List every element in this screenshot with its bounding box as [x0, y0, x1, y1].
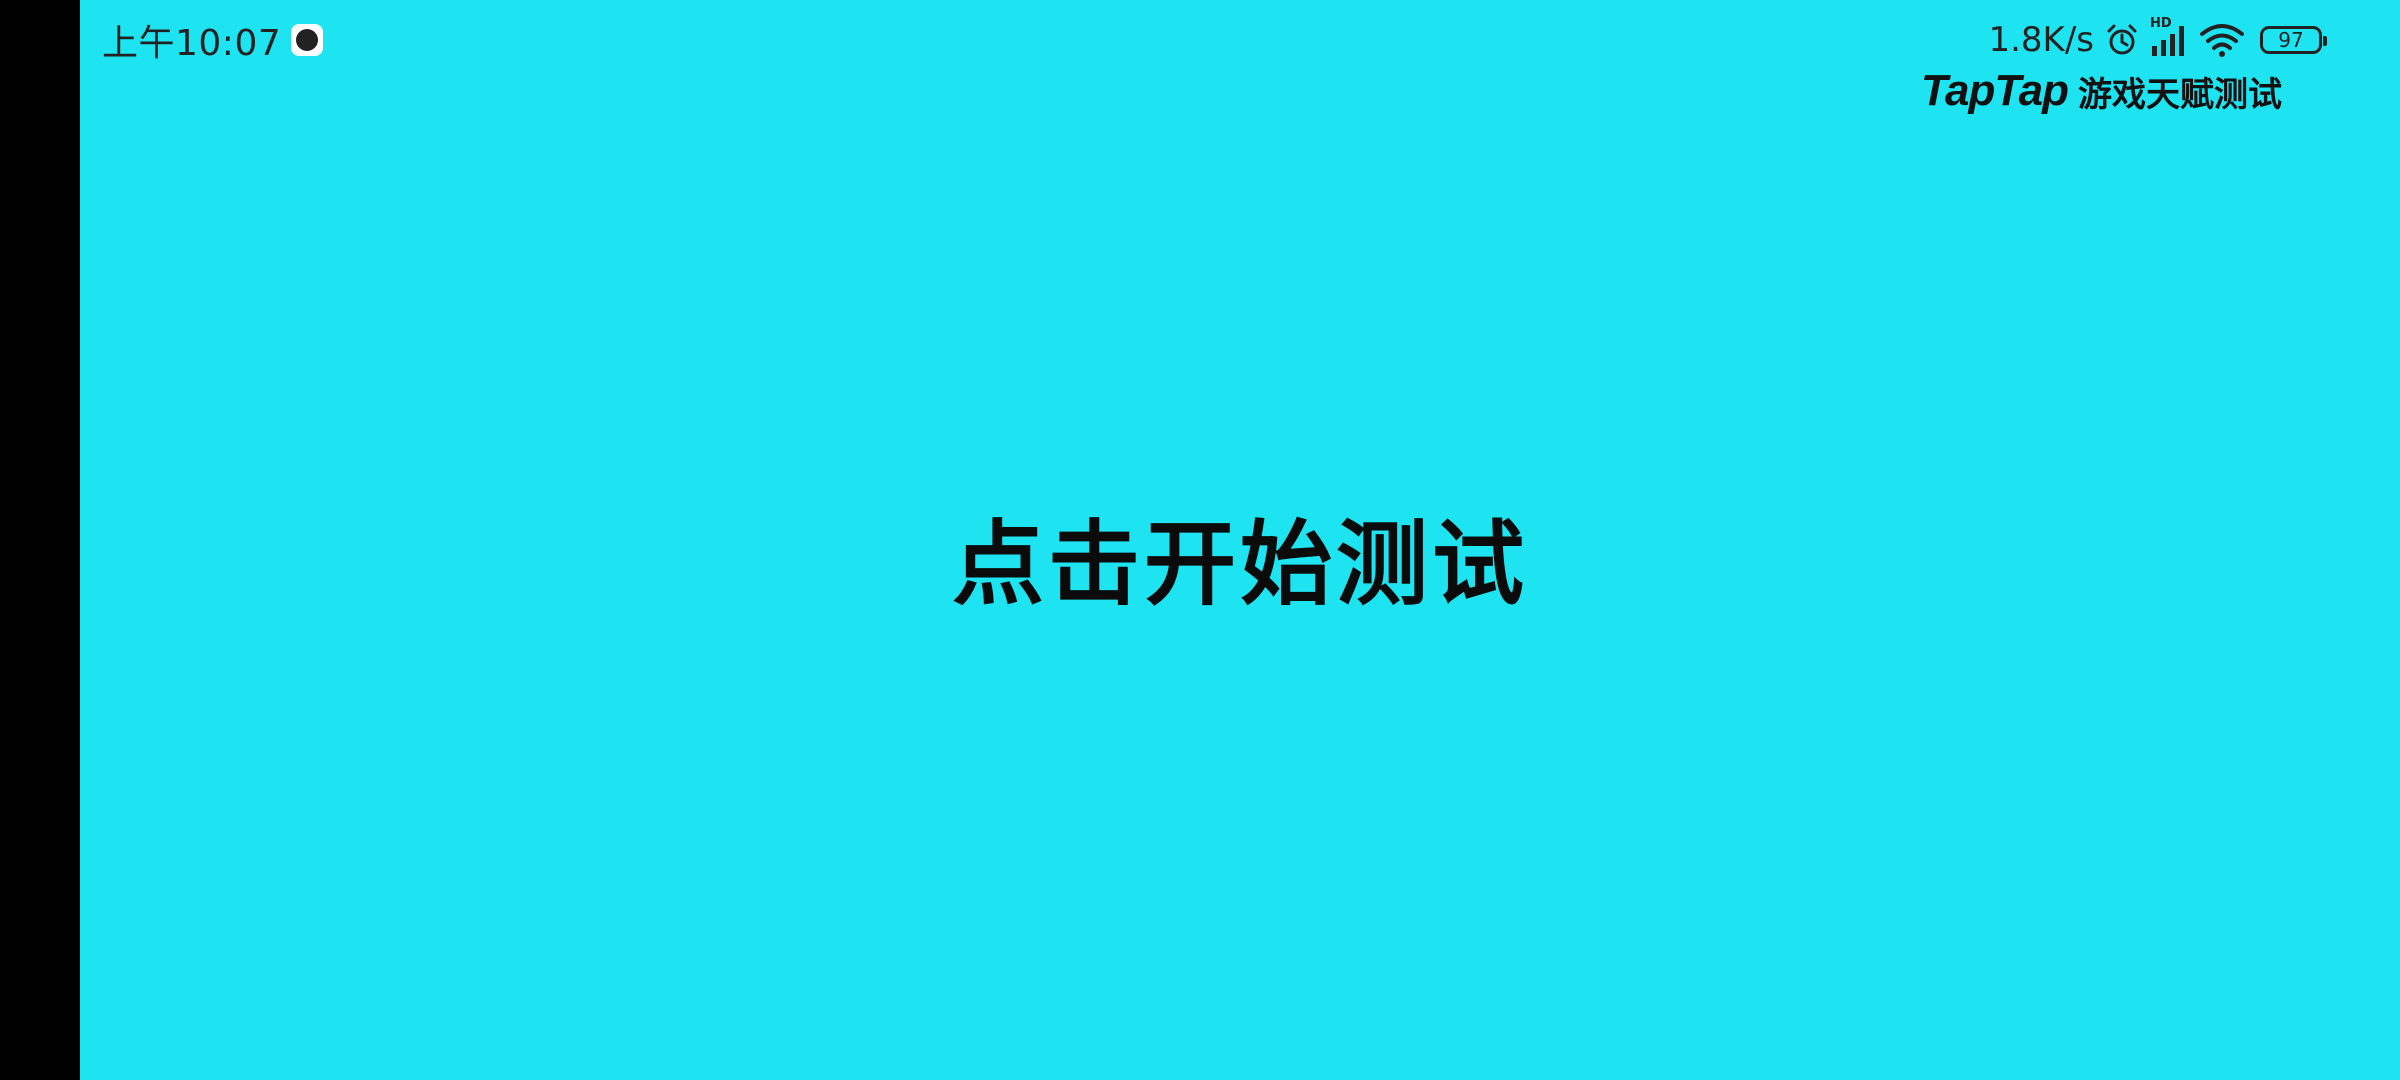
start-test-button[interactable]: 点击开始测试: [80, 490, 2400, 623]
brand-subtitle: 游戏天赋测试: [2078, 74, 2282, 115]
start-test-label: 点击开始测试: [951, 511, 1528, 618]
status-bar-left: 上午10:07: [102, 18, 324, 64]
status-bar-right: 1.8K/s HD 97: [1988, 16, 2327, 62]
battery-level: 97: [2278, 28, 2304, 52]
battery-icon: 97: [2260, 26, 2327, 54]
cellular-signal-icon: HD: [2150, 16, 2190, 58]
hd-label: HD: [2150, 16, 2172, 31]
wifi-icon: [2200, 22, 2244, 58]
app-screen[interactable]: 上午10:07 1.8K/s HD 97 TapTap 游戏天赋测试 点击开始测…: [80, 0, 2400, 1080]
taptap-logo: TapTap: [1920, 66, 2069, 115]
alarm-icon: [2104, 22, 2140, 58]
display-cutout: [0, 0, 80, 1080]
status-time: 上午10:07: [102, 23, 282, 64]
notification-app-icon: [291, 24, 324, 56]
brand-header: TapTap 游戏天赋测试: [1921, 66, 2282, 116]
network-speed: 1.8K/s: [1988, 20, 2094, 60]
